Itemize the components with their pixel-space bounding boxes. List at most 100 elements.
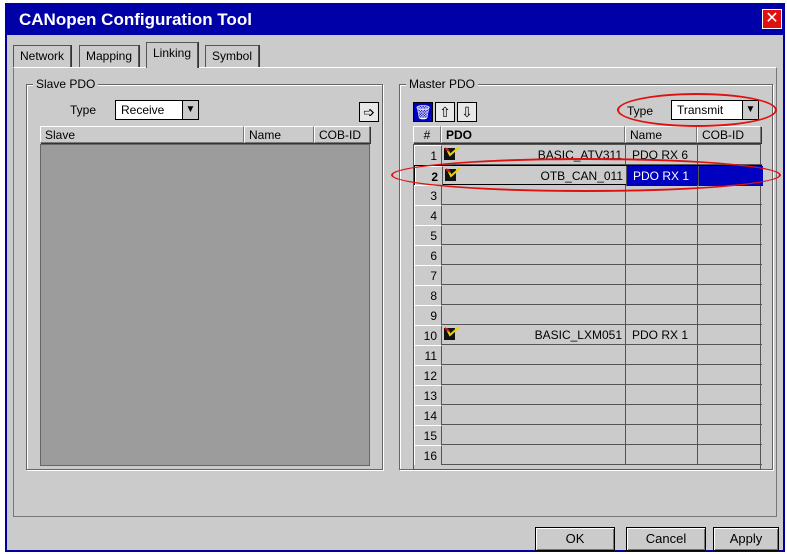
- cob-id-cell[interactable]: [698, 405, 762, 425]
- table-row[interactable]: 6: [414, 245, 762, 265]
- table-row[interactable]: 7: [414, 265, 762, 285]
- pdo-cell[interactable]: [442, 385, 626, 405]
- close-button[interactable]: ✕: [762, 9, 782, 29]
- table-row[interactable]: 14: [414, 405, 762, 425]
- pdo-cell[interactable]: OTB_CAN_011: [443, 166, 627, 186]
- row-number[interactable]: 14: [414, 405, 442, 425]
- name-cell[interactable]: [626, 345, 698, 365]
- cob-id-cell[interactable]: [698, 265, 762, 285]
- name-cell[interactable]: [626, 445, 698, 465]
- cob-id-cell[interactable]: [699, 166, 763, 186]
- table-row[interactable]: 2 OTB_CAN_011 PDO RX 1: [414, 165, 763, 186]
- column-header-pdo[interactable]: PDO: [441, 126, 625, 143]
- transfer-button[interactable]: ➩: [359, 102, 379, 122]
- row-number[interactable]: 16: [414, 445, 442, 465]
- column-header-name[interactable]: Name: [244, 126, 314, 143]
- column-header-cob-id[interactable]: COB-ID: [314, 126, 370, 143]
- tab-mapping[interactable]: Mapping: [79, 45, 140, 67]
- row-number[interactable]: 1: [414, 145, 442, 165]
- row-number[interactable]: 2: [415, 166, 443, 186]
- row-number[interactable]: 6: [414, 245, 442, 265]
- table-row[interactable]: 4: [414, 205, 762, 225]
- name-cell[interactable]: [626, 365, 698, 385]
- column-header-slave[interactable]: Slave: [40, 126, 244, 143]
- name-cell[interactable]: PDO RX 1: [626, 325, 698, 345]
- cob-id-cell[interactable]: [698, 225, 762, 245]
- table-row[interactable]: 13: [414, 385, 762, 405]
- ok-button[interactable]: OK: [535, 527, 615, 551]
- row-number[interactable]: 3: [414, 185, 442, 205]
- cob-id-cell[interactable]: [698, 385, 762, 405]
- pdo-cell[interactable]: [442, 265, 626, 285]
- pdo-cell[interactable]: [442, 365, 626, 385]
- cob-id-cell[interactable]: [698, 205, 762, 225]
- table-row[interactable]: 16: [414, 445, 762, 465]
- name-cell[interactable]: [626, 245, 698, 265]
- row-number[interactable]: 10: [414, 325, 442, 345]
- cob-id-cell[interactable]: [698, 305, 762, 325]
- slave-pdo-list[interactable]: [40, 144, 370, 466]
- table-row[interactable]: 3: [414, 185, 762, 205]
- apply-button[interactable]: Apply: [713, 527, 779, 551]
- cob-id-cell[interactable]: [698, 325, 762, 345]
- name-cell[interactable]: PDO RX 6: [626, 145, 698, 165]
- pdo-cell[interactable]: [442, 205, 626, 225]
- cob-id-cell[interactable]: [698, 285, 762, 305]
- pdo-cell[interactable]: [442, 245, 626, 265]
- table-row[interactable]: 11: [414, 345, 762, 365]
- row-number[interactable]: 8: [414, 285, 442, 305]
- row-number[interactable]: 9: [414, 305, 442, 325]
- tab-network[interactable]: Network: [13, 45, 72, 67]
- master-pdo-grid[interactable]: 1 BASIC_ATV311 PDO RX 6 2 OTB_CAN_011 PDO RX …: [413, 144, 763, 470]
- slave-type-select[interactable]: Receive ▼: [115, 100, 199, 120]
- row-number[interactable]: 4: [414, 205, 442, 225]
- name-cell[interactable]: [626, 285, 698, 305]
- row-number[interactable]: 12: [414, 365, 442, 385]
- row-number[interactable]: 5: [414, 225, 442, 245]
- table-row[interactable]: 8: [414, 285, 762, 305]
- pdo-cell[interactable]: [442, 285, 626, 305]
- column-header-cob-id[interactable]: COB-ID: [697, 126, 761, 143]
- table-row[interactable]: 1 BASIC_ATV311 PDO RX 6: [414, 145, 762, 165]
- row-number[interactable]: 15: [414, 425, 442, 445]
- pdo-cell[interactable]: [442, 185, 626, 205]
- name-cell[interactable]: [626, 225, 698, 245]
- cob-id-cell[interactable]: [698, 245, 762, 265]
- pdo-cell[interactable]: BASIC_LXM051: [442, 325, 626, 345]
- name-cell[interactable]: [626, 425, 698, 445]
- name-cell[interactable]: [626, 185, 698, 205]
- table-row[interactable]: 15: [414, 425, 762, 445]
- table-row[interactable]: 9: [414, 305, 762, 325]
- pdo-cell[interactable]: BASIC_ATV311: [442, 145, 626, 165]
- pdo-cell[interactable]: [442, 405, 626, 425]
- pdo-cell[interactable]: [442, 425, 626, 445]
- name-cell[interactable]: [626, 305, 698, 325]
- row-number[interactable]: 11: [414, 345, 442, 365]
- move-down-button[interactable]: ⇩: [457, 102, 477, 122]
- pdo-cell[interactable]: [442, 305, 626, 325]
- cob-id-cell[interactable]: [698, 185, 762, 205]
- name-cell[interactable]: [626, 205, 698, 225]
- cob-id-cell[interactable]: [698, 345, 762, 365]
- delete-button[interactable]: 🗑: [413, 102, 433, 122]
- tab-symbol[interactable]: Symbol: [205, 45, 260, 67]
- cob-id-cell[interactable]: [698, 445, 762, 465]
- move-up-button[interactable]: ⇧: [435, 102, 455, 122]
- cancel-button[interactable]: Cancel: [626, 527, 706, 551]
- name-cell[interactable]: [626, 405, 698, 425]
- row-number[interactable]: 13: [414, 385, 442, 405]
- pdo-cell[interactable]: [442, 345, 626, 365]
- tab-linking[interactable]: Linking: [146, 42, 199, 68]
- cob-id-cell[interactable]: [698, 425, 762, 445]
- pdo-cell[interactable]: [442, 225, 626, 245]
- table-row[interactable]: 10 BASIC_LXM051 PDO RX 1: [414, 325, 762, 345]
- cob-id-cell[interactable]: [698, 145, 762, 165]
- row-number[interactable]: 7: [414, 265, 442, 285]
- master-type-select[interactable]: Transmit ▼: [671, 100, 759, 120]
- cob-id-cell[interactable]: [698, 365, 762, 385]
- table-row[interactable]: 12: [414, 365, 762, 385]
- table-row[interactable]: 5: [414, 225, 762, 245]
- pdo-cell[interactable]: [442, 445, 626, 465]
- name-cell[interactable]: [626, 385, 698, 405]
- title-bar[interactable]: CANopen Configuration Tool ✕: [7, 5, 783, 35]
